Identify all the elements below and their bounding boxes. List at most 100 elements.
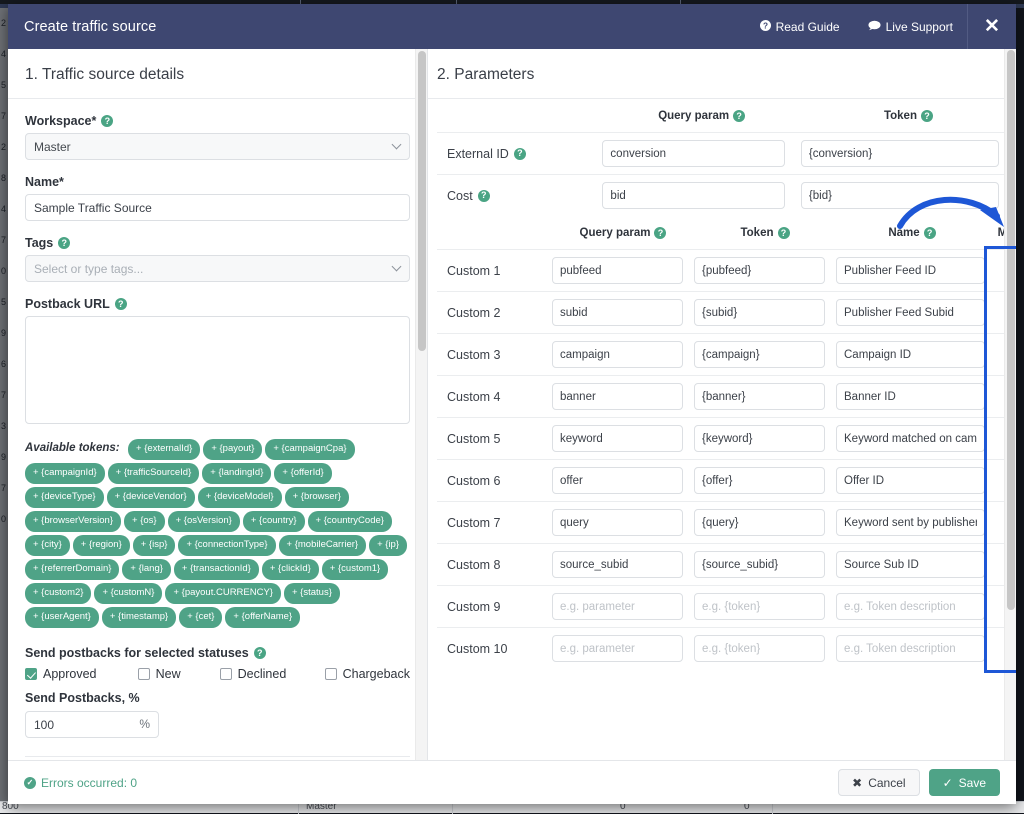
query-param-input[interactable] [602, 182, 785, 209]
token-chip[interactable]: + {timestamp} [102, 607, 176, 629]
checkbox-box[interactable] [220, 668, 232, 680]
help-icon[interactable]: ? [778, 227, 790, 239]
workspace-select[interactable]: Master [25, 133, 410, 160]
token-chip[interactable]: + {userAgent} [25, 607, 99, 629]
checkbox-box[interactable] [138, 668, 150, 680]
token-chip[interactable]: + {connectionType} [178, 535, 275, 557]
left-panel-scrollbar[interactable] [415, 49, 427, 760]
help-icon[interactable]: ? [921, 110, 933, 122]
name-input[interactable] [836, 551, 985, 578]
token-chip[interactable]: + {browserVersion} [25, 511, 121, 533]
help-icon[interactable]: ? [115, 298, 127, 310]
token-chip[interactable]: + {lang} [122, 559, 171, 581]
token-input[interactable] [694, 383, 825, 410]
live-support-link[interactable]: Live Support [854, 20, 967, 34]
help-icon[interactable]: ? [514, 148, 526, 160]
tags-select[interactable]: Select or type tags... [25, 255, 410, 282]
query-param-input[interactable] [552, 551, 683, 578]
token-chip[interactable]: + {payout.CURRENCY} [165, 583, 281, 605]
token-chip[interactable]: + {os} [124, 511, 165, 533]
save-button[interactable]: ✓ Save [929, 769, 1000, 796]
query-param-input[interactable] [552, 341, 683, 368]
token-chip[interactable]: + {externalId} [128, 439, 200, 461]
token-chip[interactable]: + {isp} [133, 535, 176, 557]
name-input[interactable] [836, 425, 985, 452]
help-icon[interactable]: ? [924, 227, 936, 239]
token-chip[interactable]: + {payout} [203, 439, 262, 461]
right-panel-scrollbar-thumb[interactable] [1007, 50, 1015, 610]
query-param-input[interactable] [552, 299, 683, 326]
name-input[interactable] [836, 299, 985, 326]
token-input[interactable] [694, 341, 825, 368]
checkbox-box[interactable] [25, 668, 37, 680]
token-chip[interactable]: + {referrerDomain} [25, 559, 119, 581]
token-chip[interactable]: + {deviceVendor} [107, 487, 195, 509]
query-param-input[interactable] [552, 257, 683, 284]
token-chip[interactable]: + {status} [284, 583, 340, 605]
help-icon[interactable]: ? [101, 115, 113, 127]
token-chip[interactable]: + {region} [73, 535, 130, 557]
status-checkbox-declined[interactable]: Declined [220, 667, 325, 681]
token-chip[interactable]: + {mobileCarrier} [279, 535, 367, 557]
token-chip[interactable]: + {customN} [94, 583, 162, 605]
token-chip[interactable]: + {ip} [369, 535, 407, 557]
token-input[interactable] [694, 509, 825, 536]
name-input[interactable] [836, 593, 985, 620]
name-input[interactable] [25, 194, 410, 221]
token-input[interactable] [694, 467, 825, 494]
status-checkbox-chargeback[interactable]: Chargeback [325, 667, 410, 681]
token-chip[interactable]: + {osVersion} [168, 511, 240, 533]
close-icon[interactable]: ✕ [968, 4, 1016, 49]
token-input[interactable] [694, 299, 825, 326]
query-param-input[interactable] [552, 467, 683, 494]
help-icon[interactable]: ? [478, 190, 490, 202]
help-icon[interactable]: ? [58, 237, 70, 249]
status-checkbox-new[interactable]: New [138, 667, 220, 681]
status-checkbox-approved[interactable]: Approved [25, 667, 138, 681]
help-icon[interactable]: ? [733, 110, 745, 122]
name-input[interactable] [836, 341, 985, 368]
token-chip[interactable]: + {campaignId} [25, 463, 105, 485]
read-guide-link[interactable]: ? Read Guide [746, 20, 854, 34]
token-chip[interactable]: + {custom1} [322, 559, 388, 581]
name-input[interactable] [836, 635, 985, 662]
help-icon[interactable]: ? [654, 227, 666, 239]
token-input[interactable] [694, 551, 825, 578]
token-input[interactable] [801, 140, 999, 167]
token-chip[interactable]: + {campaignCpa} [265, 439, 354, 461]
token-input[interactable] [694, 257, 825, 284]
token-chip[interactable]: + {country} [243, 511, 305, 533]
token-chip[interactable]: + {cet} [179, 607, 222, 629]
cancel-button[interactable]: ✖ Cancel [838, 769, 919, 796]
token-chip[interactable]: + {browser} [285, 487, 349, 509]
token-input[interactable] [801, 182, 999, 209]
help-icon[interactable]: ? [254, 647, 266, 659]
token-input[interactable] [694, 635, 825, 662]
query-param-input[interactable] [552, 635, 683, 662]
token-chip[interactable]: + {deviceType} [25, 487, 104, 509]
token-input[interactable] [694, 593, 825, 620]
name-input[interactable] [836, 509, 985, 536]
query-param-input[interactable] [552, 509, 683, 536]
query-param-input[interactable] [552, 383, 683, 410]
token-chip[interactable]: + {transactionId} [174, 559, 259, 581]
name-input[interactable] [836, 383, 985, 410]
checkbox-box[interactable] [325, 668, 337, 680]
token-chip[interactable]: + {countryCode} [308, 511, 392, 533]
name-input[interactable] [836, 257, 985, 284]
query-param-input[interactable] [552, 593, 683, 620]
token-chip[interactable]: + {landingId} [202, 463, 271, 485]
token-chip[interactable]: + {deviceModel} [198, 487, 282, 509]
token-chip[interactable]: + {city} [25, 535, 70, 557]
query-param-input[interactable] [602, 140, 785, 167]
token-chip[interactable]: + {offerId} [274, 463, 331, 485]
left-panel-scrollbar-thumb[interactable] [418, 51, 426, 351]
token-chip[interactable]: + {clickId} [262, 559, 319, 581]
token-chip[interactable]: + {custom2} [25, 583, 91, 605]
token-chip[interactable]: + {offerName} [225, 607, 300, 629]
postback-url-textarea[interactable] [25, 316, 410, 424]
token-input[interactable] [694, 425, 825, 452]
right-panel-scrollbar[interactable] [1004, 49, 1016, 760]
name-input[interactable] [836, 467, 985, 494]
token-chip[interactable]: + {trafficSourceId} [108, 463, 200, 485]
